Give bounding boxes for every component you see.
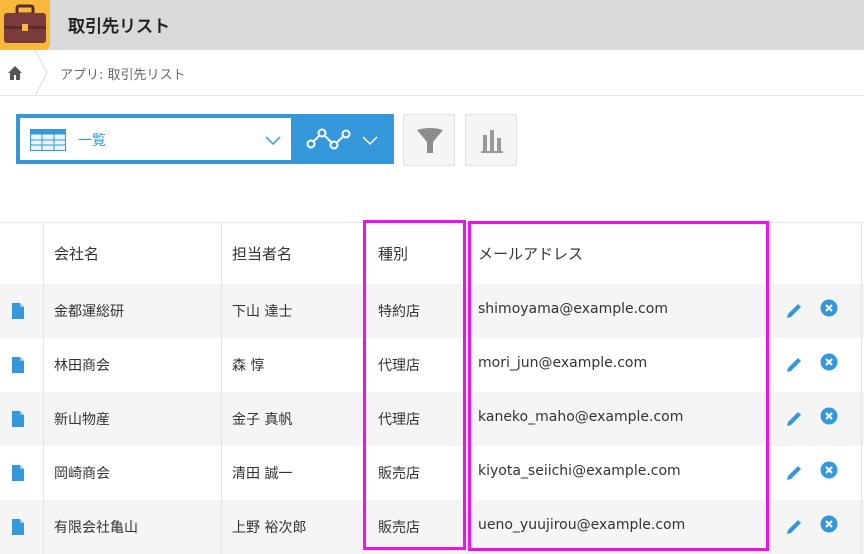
graph-button[interactable]: [292, 114, 394, 164]
cell-company: 林田商会: [54, 358, 110, 374]
app-title: 取引先リスト: [68, 17, 170, 37]
pencil-icon[interactable]: [784, 517, 804, 537]
column-divider: [861, 222, 862, 554]
app-header: 取引先リスト: [0, 0, 864, 50]
cell-contact: 下山 達士: [232, 304, 293, 320]
breadcrumb-separator-icon: [34, 50, 48, 96]
record-detail-icon[interactable]: [12, 357, 24, 373]
column-divider: [43, 222, 44, 554]
breadcrumb: アプリ: 取引先リスト: [0, 50, 864, 96]
column-divider: [770, 222, 771, 554]
view-selector[interactable]: 一覧: [16, 114, 292, 164]
cell-contact: 金子 真帆: [232, 412, 293, 428]
home-icon[interactable]: [6, 64, 24, 82]
bar-chart-icon: [481, 130, 503, 153]
highlight-email-column: [468, 221, 769, 551]
cell-company: 有限会社亀山: [54, 520, 138, 536]
cell-contact: 清田 誠一: [232, 466, 293, 482]
view-selector-inner[interactable]: 一覧: [20, 118, 291, 160]
column-header-contact[interactable]: 担当者名: [232, 243, 292, 264]
delete-icon[interactable]: [820, 407, 838, 425]
record-detail-icon[interactable]: [12, 465, 24, 481]
column-header-company[interactable]: 会社名: [54, 243, 99, 264]
column-divider: [221, 222, 222, 554]
pencil-icon[interactable]: [784, 301, 804, 321]
cell-contact: 上野 裕次郎: [232, 520, 307, 536]
pencil-icon[interactable]: [784, 463, 804, 483]
chart-button[interactable]: [465, 114, 517, 166]
chevron-down-icon[interactable]: [265, 134, 281, 146]
table-icon: [30, 129, 66, 151]
cell-contact: 森 惇: [232, 358, 265, 374]
pencil-icon[interactable]: [784, 409, 804, 429]
cell-company: 金都運総研: [54, 304, 124, 320]
chevron-down-icon[interactable]: [362, 134, 378, 146]
delete-icon[interactable]: [820, 353, 838, 371]
record-detail-icon[interactable]: [12, 519, 24, 535]
highlight-type-column: [363, 220, 466, 550]
pencil-icon[interactable]: [784, 355, 804, 375]
briefcase-icon[interactable]: [0, 0, 50, 50]
record-detail-icon[interactable]: [12, 303, 24, 319]
delete-icon[interactable]: [820, 299, 838, 317]
breadcrumb-current[interactable]: アプリ: 取引先リスト: [60, 64, 186, 83]
delete-icon[interactable]: [820, 515, 838, 533]
filter-icon: [417, 128, 443, 153]
record-detail-icon[interactable]: [12, 411, 24, 427]
filter-button[interactable]: [403, 114, 455, 166]
view-name: 一覧: [78, 133, 106, 149]
cell-company: 岡崎商会: [54, 466, 110, 482]
cell-company: 新山物産: [54, 412, 110, 428]
graph-icon: [306, 128, 351, 150]
delete-icon[interactable]: [820, 461, 838, 479]
